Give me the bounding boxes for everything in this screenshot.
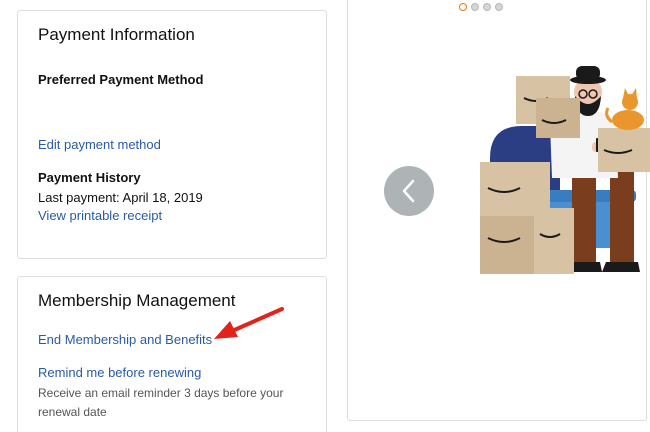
membership-management-panel: Membership Management End Membership and… — [17, 276, 327, 432]
payment-information-panel: Payment Information Preferred Payment Me… — [17, 10, 327, 259]
carousel-dot-3[interactable] — [483, 3, 491, 11]
carousel-dot-4[interactable] — [495, 3, 503, 11]
last-payment-text: Last payment: April 18, 2019 — [38, 190, 203, 205]
carousel-dot-1[interactable] — [459, 3, 467, 11]
view-printable-receipt-link[interactable]: View printable receipt — [38, 208, 162, 223]
remind-before-renewing-link[interactable]: Remind me before renewing — [38, 365, 201, 380]
remind-hint-text: Receive an email reminder 3 days before … — [38, 386, 284, 419]
carousel-dot-2[interactable] — [471, 3, 479, 11]
payment-history-label: Payment History — [38, 170, 141, 185]
carousel-dots — [459, 3, 503, 11]
end-membership-link[interactable]: End Membership and Benefits — [38, 332, 212, 347]
edit-payment-method-link[interactable]: Edit payment method — [38, 137, 161, 152]
chevron-left-icon — [402, 179, 415, 203]
membership-management-title: Membership Management — [38, 291, 236, 310]
preferred-payment-method-label: Preferred Payment Method — [38, 72, 204, 87]
payment-information-title: Payment Information — [38, 25, 195, 44]
man-on-couch-illustration — [480, 66, 650, 274]
red-arrow-annotation — [214, 307, 284, 339]
carousel-prev-button[interactable] — [384, 166, 434, 216]
